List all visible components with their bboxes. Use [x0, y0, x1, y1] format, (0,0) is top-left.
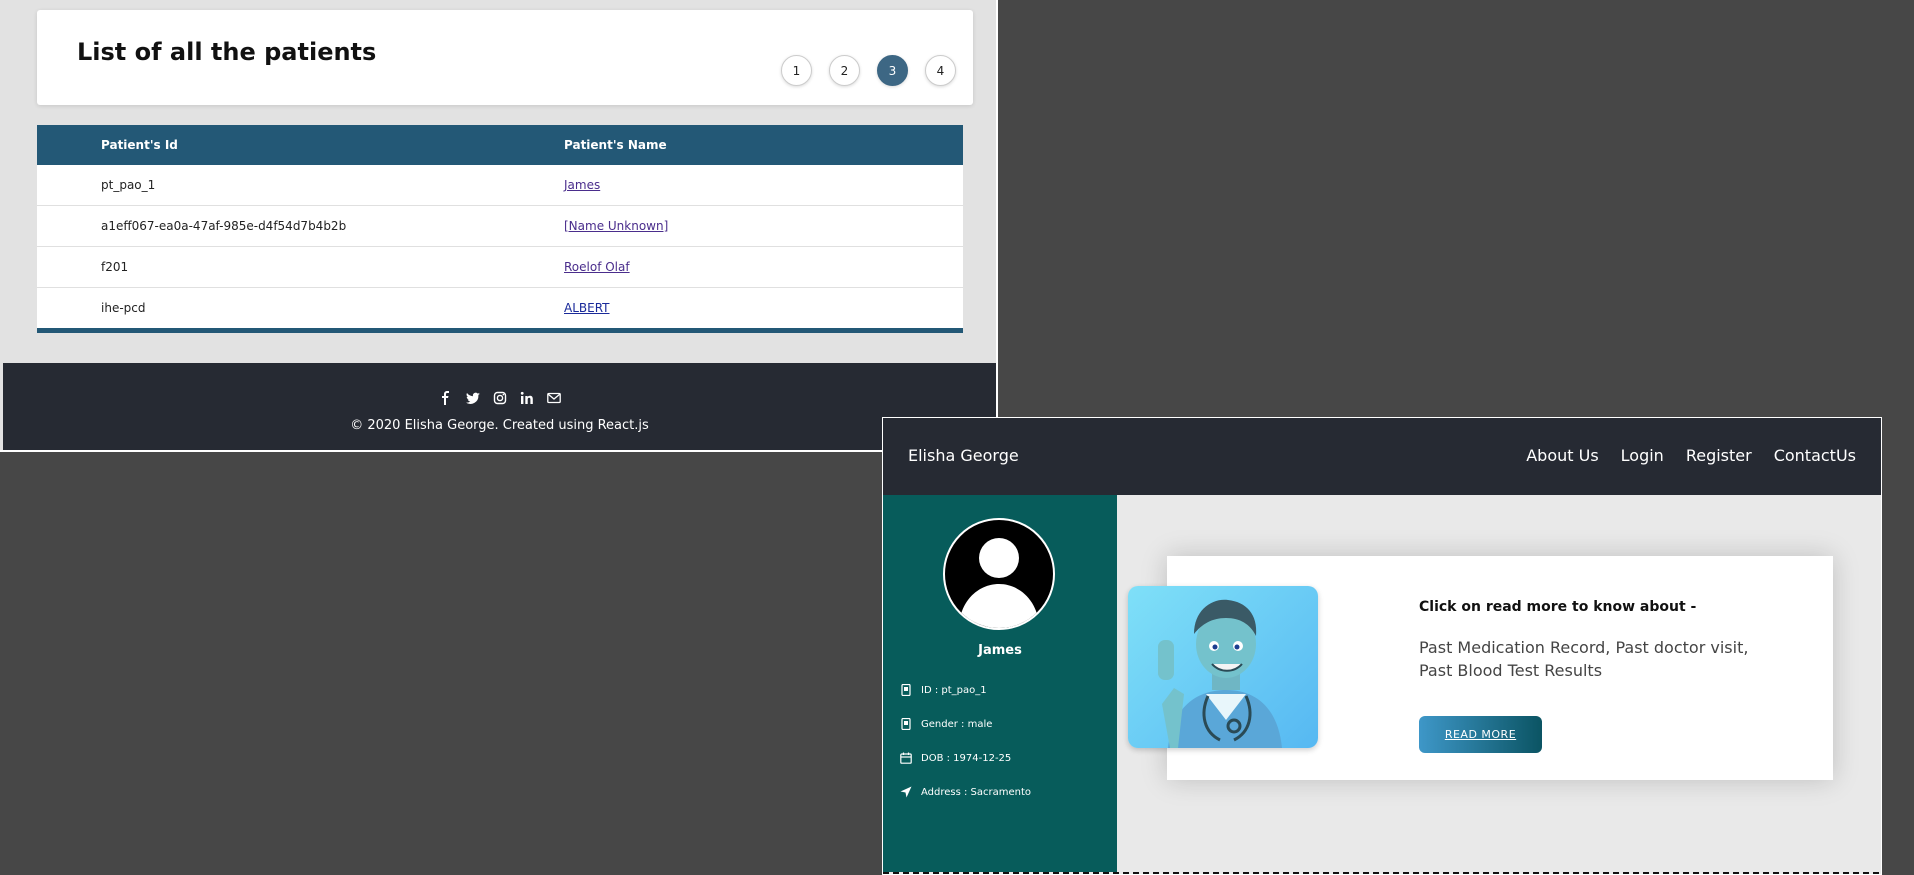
patient-id-row: ID : pt_pao_1	[900, 683, 987, 697]
copyright-text: © 2020 Elisha George. Created using Reac…	[350, 418, 649, 433]
window-bottom-border	[883, 872, 1881, 874]
card-heading: Click on read more to know about -	[1419, 599, 1697, 615]
patient-name-link[interactable]: Roelof Olaf	[564, 260, 630, 274]
patient-id: ihe-pcd	[101, 301, 146, 315]
location-arrow-icon	[900, 786, 912, 798]
patient-address-text: Address : Sacramento	[921, 786, 1032, 798]
avatar	[943, 518, 1055, 630]
social-links	[3, 390, 996, 406]
patient-sidebar: James ID : pt_pao_1 Gender : male DOB : …	[883, 495, 1117, 874]
linkedin-icon[interactable]	[519, 390, 535, 406]
nav-about-us[interactable]: About Us	[1526, 446, 1598, 465]
instagram-icon[interactable]	[492, 390, 508, 406]
mail-icon[interactable]	[546, 390, 562, 406]
page-title: List of all the patients	[77, 38, 377, 66]
page-2-button[interactable]: 2	[829, 55, 860, 86]
id-card-icon	[900, 717, 912, 731]
card-description: Past Medication Record, Past doctor visi…	[1419, 638, 1749, 680]
patient-address-row: Address : Sacramento	[900, 786, 1031, 798]
patient-dob-row: DOB : 1974-12-25	[900, 752, 1011, 764]
page-1-button[interactable]: 1	[781, 55, 812, 86]
column-header-name: Patient's Name	[564, 138, 667, 152]
twitter-icon[interactable]	[465, 390, 481, 406]
patient-name-link[interactable]: James	[564, 178, 600, 192]
nav-login[interactable]: Login	[1621, 446, 1664, 465]
patient-name-link[interactable]: [Name Unknown]	[564, 219, 668, 233]
column-header-id: Patient's Id	[101, 138, 178, 152]
patient-profile-window: Elisha George About Us Login Register Co…	[882, 417, 1882, 875]
table-row: ihe-pcd ALBERT	[37, 288, 963, 328]
nav-links: About Us Login Register ContactUs	[1526, 446, 1856, 465]
title-card: List of all the patients 1 2 3 4	[37, 10, 973, 105]
patient-dob-text: DOB : 1974-12-25	[921, 752, 1012, 764]
id-card-icon	[900, 683, 912, 697]
read-more-button[interactable]: READ MORE	[1419, 716, 1542, 753]
patient-gender-text: Gender : male	[921, 718, 993, 730]
patient-gender-row: Gender : male	[900, 717, 993, 731]
patient-id: pt_pao_1	[101, 178, 156, 192]
page-3-button[interactable]: 3	[877, 55, 908, 86]
brand-name[interactable]: Elisha George	[908, 446, 1019, 465]
patient-id-text: ID : pt_pao_1	[921, 684, 987, 696]
page-4-button[interactable]: 4	[925, 55, 956, 86]
facebook-icon[interactable]	[438, 390, 454, 406]
pagination: 1 2 3 4	[781, 55, 956, 86]
patient-name-link[interactable]: ALBERT	[564, 301, 610, 315]
table-row: pt_pao_1 James	[37, 165, 963, 206]
patients-table: Patient's Id Patient's Name pt_pao_1 Jam…	[37, 125, 963, 333]
table-row: a1eff067-ea0a-47af-985e-d4f54d7b4b2b [Na…	[37, 206, 963, 247]
patient-id: f201	[101, 260, 129, 274]
doctor-illustration	[1128, 586, 1318, 748]
nav-register[interactable]: Register	[1686, 446, 1752, 465]
calendar-icon	[900, 752, 912, 764]
patient-name: James	[978, 643, 1022, 658]
nav-contact-us[interactable]: ContactUs	[1774, 446, 1856, 465]
patient-list-window: List of all the patients 1 2 3 4 Patient…	[0, 0, 998, 452]
table-row: f201 Roelof Olaf	[37, 247, 963, 288]
table-header: Patient's Id Patient's Name	[37, 125, 963, 165]
navbar: Elisha George About Us Login Register Co…	[883, 418, 1881, 495]
patient-id: a1eff067-ea0a-47af-985e-d4f54d7b4b2b	[101, 219, 347, 233]
footer: © 2020 Elisha George. Created using Reac…	[3, 363, 996, 450]
